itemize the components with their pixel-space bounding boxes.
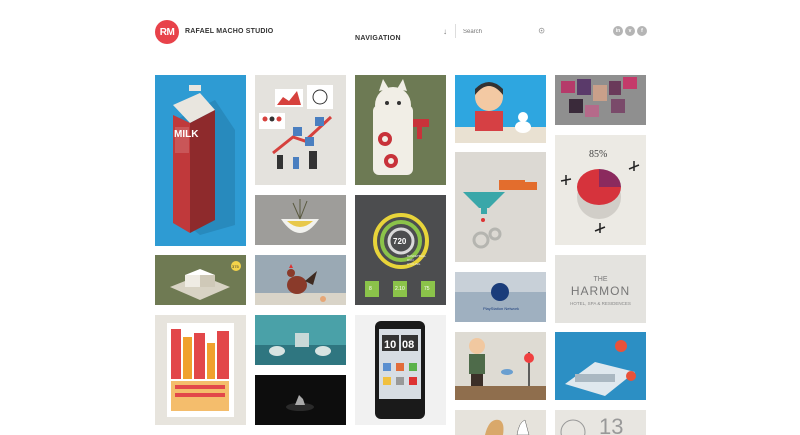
plant-bowl-illustration (255, 195, 346, 245)
isometric-building-tile[interactable]: 375 (155, 255, 246, 305)
funnel-gears-tile[interactable] (455, 152, 546, 262)
funnel-gears-illustration (455, 152, 546, 262)
infographic-chart-tile[interactable] (255, 75, 346, 185)
ring-big-value: 720 (393, 237, 407, 246)
milk-label: MILK (174, 129, 199, 140)
smartphone-illustration: 10 08 (355, 315, 446, 425)
number-dial-illustration: 13 (555, 410, 646, 435)
dark-scene-tile[interactable] (255, 375, 346, 425)
city-poster-tile[interactable] (155, 315, 246, 425)
harmon-hotel-tile[interactable]: THE HARMON HOTEL, SPA & RESIDENCES (555, 255, 646, 323)
site-header: RM RAFAEL MACHO STUDIO NAVIGATION ↓ in v… (0, 0, 800, 60)
facebook-icon[interactable]: f (637, 26, 647, 36)
horse-sketch-illustration (455, 410, 546, 435)
dial-digits: 13 (599, 414, 623, 435)
scientist-fish-tile[interactable] (455, 332, 546, 400)
milk-carton-tile[interactable]: MILK (155, 75, 246, 246)
infographic-illustration (255, 75, 346, 185)
underwater-hands-tile[interactable] (255, 315, 346, 365)
collage-faces-illustration (555, 75, 646, 125)
rooster-tile[interactable] (255, 255, 346, 305)
vimeo-icon[interactable]: v (625, 26, 635, 36)
fitness-rings-tile[interactable]: 720 BASKETBALL RUN CYCLING 8 2.10 75 (355, 195, 446, 305)
stadium-infographic-tile[interactable] (555, 332, 646, 400)
lucky-cat-tile[interactable] (355, 75, 446, 185)
navigation-dropdown[interactable]: NAVIGATION ↓ (355, 27, 447, 42)
fitness-rings-illustration: 720 BASKETBALL RUN CYCLING 8 2.10 75 (355, 195, 446, 305)
harmon-hotel-illustration: THE HARMON HOTEL, SPA & RESIDENCES (555, 255, 646, 323)
navigation-label: NAVIGATION (355, 35, 401, 42)
ring-item-3: CYCLING (407, 262, 421, 266)
number-dial-tile[interactable]: 13 (555, 410, 646, 435)
studio-logo[interactable]: RM (155, 20, 179, 44)
playstation-caption: PlayStation Network (483, 306, 519, 311)
underwater-illustration (255, 315, 346, 365)
isometric-building-illustration: 375 (155, 255, 246, 305)
playstation-tile[interactable]: PlayStation Network (455, 272, 546, 322)
harmon-the: THE (594, 276, 608, 283)
pie-percent: 85% (589, 149, 607, 160)
ring-stat-2: 2.10 (395, 286, 405, 292)
phone-minute: 08 (402, 339, 414, 351)
header-divider (455, 24, 456, 38)
studio-name[interactable]: RAFAEL MACHO STUDIO (185, 28, 273, 35)
harmon-title: HARMON (571, 284, 630, 298)
pie-chart-tile[interactable]: 85% (555, 135, 646, 245)
dark-scene-illustration (255, 375, 346, 425)
stadium-infographic-illustration (555, 332, 646, 400)
search-input[interactable] (463, 26, 548, 38)
collage-faces-tile[interactable] (555, 75, 646, 125)
smartphone-tile[interactable]: 10 08 (355, 315, 446, 425)
search-icon[interactable] (538, 27, 546, 35)
phone-hour: 10 (384, 339, 396, 351)
chevron-down-icon: ↓ (443, 27, 447, 36)
plant-bowl-tile[interactable] (255, 195, 346, 245)
harmon-subtitle: HOTEL, SPA & RESIDENCES (570, 301, 631, 306)
grid-tag-text: 375 (232, 264, 239, 269)
scientist-fish-illustration (455, 332, 546, 400)
rooster-illustration (255, 255, 346, 305)
playstation-illustration: PlayStation Network (455, 272, 546, 322)
pie-chart-illustration: 85% (555, 135, 646, 245)
girl-and-cat-tile[interactable] (455, 75, 546, 143)
milk-carton-illustration: MILK (155, 75, 246, 246)
lucky-cat-illustration (355, 75, 446, 185)
girl-cat-illustration (455, 75, 546, 143)
city-poster-illustration (155, 315, 246, 425)
linkedin-icon[interactable]: in (613, 26, 623, 36)
ring-stat-1: 8 (369, 286, 372, 292)
ring-stat-3: 75 (424, 286, 430, 292)
horse-sketch-tile[interactable] (455, 410, 546, 435)
